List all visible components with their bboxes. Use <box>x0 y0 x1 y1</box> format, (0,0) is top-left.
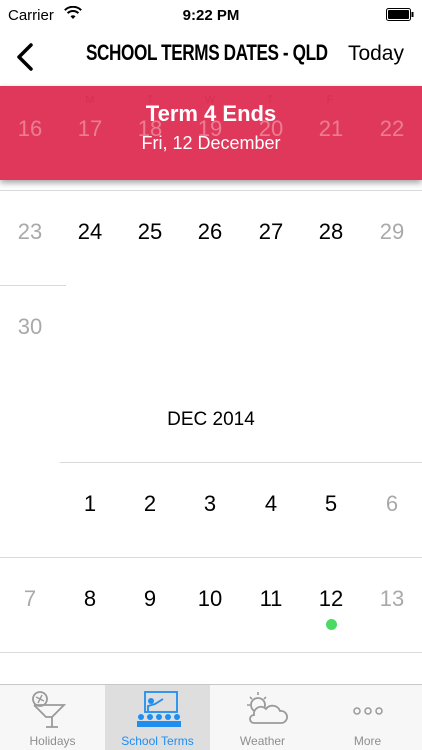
battery-icon <box>386 8 414 21</box>
tab-more[interactable]: More <box>315 685 420 750</box>
month-label: DEC 2014 <box>167 409 255 430</box>
clock-label: 9:22 PM <box>182 7 240 24</box>
day-cell[interactable]: 23 <box>0 219 60 245</box>
back-chevron-icon[interactable] <box>10 40 40 74</box>
day-cell[interactable]: 4 <box>241 491 301 517</box>
page-title: SCHOOL TERMS DATES - QLD <box>86 40 328 65</box>
row-divider <box>0 652 422 653</box>
day-cell[interactable]: 3 <box>180 491 240 517</box>
day-cell[interactable]: 7 <box>0 586 60 612</box>
tab-label: School Terms <box>121 734 194 748</box>
tab-holidays[interactable]: Holidays <box>0 685 105 750</box>
tab-label: More <box>353 734 382 748</box>
cocktail-icon <box>32 691 67 728</box>
day-cell[interactable]: 1 <box>60 491 120 517</box>
week-row: 14 15 16 17 18 19 20 <box>0 652 422 684</box>
day-cell[interactable]: 25 <box>120 219 180 245</box>
week-row: 30 <box>0 285 422 379</box>
tab-school-terms[interactable]: School Terms <box>105 685 210 750</box>
row-divider <box>0 285 66 286</box>
day-cell[interactable]: 28 <box>301 219 361 245</box>
weather-icon <box>247 692 288 724</box>
day-cell[interactable]: 11 <box>241 586 301 612</box>
week-row: 1 2 3 4 5 6 <box>0 462 422 556</box>
status-bar: Carrier 9:22 PM <box>0 0 422 32</box>
day-cell[interactable]: 29 <box>362 219 422 245</box>
day-cell[interactable]: 13 <box>362 586 422 612</box>
navigation-bar: SCHOOL TERMS DATES - QLD Today <box>0 32 422 82</box>
app-screen: Carrier 9:22 PM SCHOOL TERMS DATES - QLD… <box>0 0 422 750</box>
day-cell[interactable]: 30 <box>0 314 60 340</box>
row-divider <box>0 190 422 191</box>
day-cell[interactable]: 2 <box>120 491 180 517</box>
day-cell[interactable]: 10 <box>180 586 240 612</box>
event-date: Fri, 12 December <box>141 133 281 153</box>
today-button[interactable]: Today <box>348 42 404 66</box>
day-cell[interactable]: 24 <box>60 219 120 245</box>
row-divider <box>0 557 422 558</box>
week-row: 7 8 9 10 11 12 13 <box>0 557 422 651</box>
event-title: Term 4 Ends <box>145 101 277 126</box>
event-dot <box>326 619 337 630</box>
day-cell[interactable]: 9 <box>120 586 180 612</box>
day-cell[interactable]: 6 <box>362 491 422 517</box>
row-divider <box>60 462 422 463</box>
day-cell-selected[interactable]: 12 <box>301 586 361 612</box>
day-cell[interactable]: 27 <box>241 219 301 245</box>
week-row: 23 24 25 26 27 28 29 <box>0 190 422 284</box>
classroom-icon <box>137 691 181 727</box>
tab-weather[interactable]: Weather <box>210 685 315 750</box>
tab-label: Holidays <box>29 734 76 748</box>
event-banner[interactable]: 16 17 18 19 20 21 22 Term 4 Ends Fri, 12… <box>0 86 422 180</box>
day-cell[interactable]: 8 <box>60 586 120 612</box>
tab-label: Weather <box>239 734 286 748</box>
day-cell[interactable]: 5 <box>301 491 361 517</box>
more-dots-icon <box>353 707 383 715</box>
day-cell[interactable]: 26 <box>180 219 240 245</box>
tab-bar: Holidays School Terms Weather More <box>0 684 422 750</box>
